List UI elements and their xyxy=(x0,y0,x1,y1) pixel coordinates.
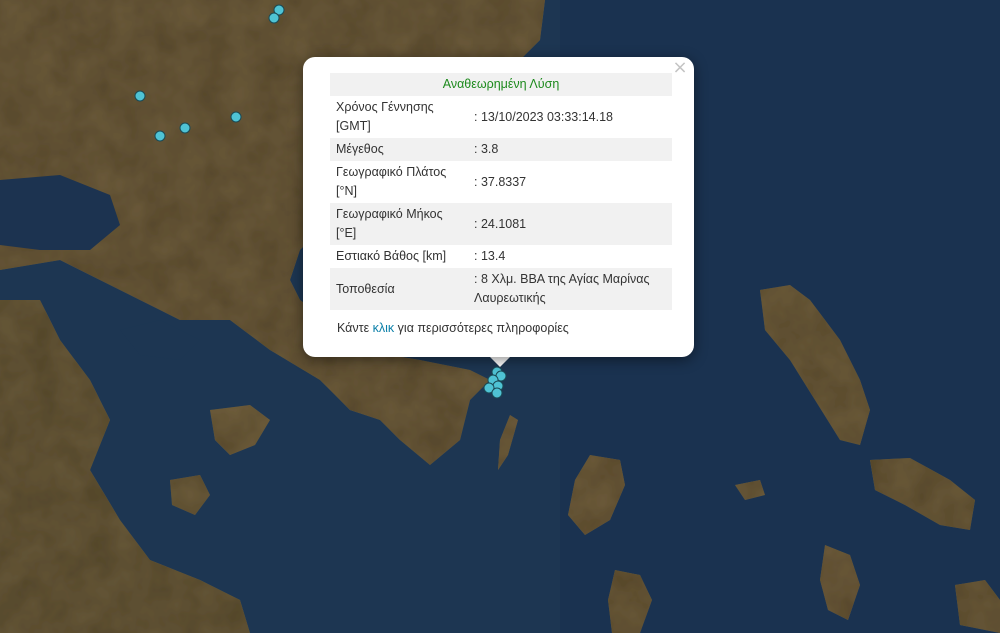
popup-title: Αναθεωρημένη Λύση xyxy=(330,73,672,96)
epicenter-marker-icon[interactable] xyxy=(154,130,166,142)
value-depth: : 13.4 xyxy=(474,249,506,263)
label-longitude: Γεωγραφικό Μήκος [°E] xyxy=(336,207,443,240)
epicenter-marker-icon[interactable] xyxy=(179,122,191,134)
row-latitude: Γεωγραφικό Πλάτος [°N] : 37.8337 xyxy=(330,161,672,203)
epicenter-marker-icon[interactable] xyxy=(268,12,280,24)
more-prefix: Κάντε xyxy=(337,321,373,335)
earthquake-popup: × Αναθεωρημένη Λύση Χρόνος Γέννησης [GMT… xyxy=(303,57,694,357)
row-magnitude: Μέγεθος : 3.8 xyxy=(330,138,672,161)
close-icon[interactable]: × xyxy=(672,59,688,77)
label-magnitude: Μέγεθος xyxy=(336,142,384,156)
more-suffix: για περισσότερες πληροφορίες xyxy=(394,321,569,335)
row-origin-time: Χρόνος Γέννησης [GMT] : 13/10/2023 03:33… xyxy=(330,96,672,138)
label-origin-time: Χρόνος Γέννησης [GMT] xyxy=(336,100,434,133)
epicenter-marker-icon[interactable] xyxy=(230,111,242,123)
value-location: : 8 Χλμ. ΒΒΑ της Αγίας Μαρίνας Λαυρεωτικ… xyxy=(474,272,650,305)
value-latitude: : 37.8337 xyxy=(474,174,527,189)
value-magnitude: : 3.8 xyxy=(474,142,499,156)
row-depth: Εστιακό Βάθος [km] : 13.4 xyxy=(330,245,672,268)
value-longitude: : 24.1081 xyxy=(474,216,527,231)
label-latitude: Γεωγραφικό Πλάτος [°N] xyxy=(336,165,447,198)
popup-title-row: Αναθεωρημένη Λύση xyxy=(330,73,672,96)
earthquake-info-table: Αναθεωρημένη Λύση Χρόνος Γέννησης [GMT] … xyxy=(330,73,672,310)
epicenter-marker-icon[interactable] xyxy=(491,387,503,399)
more-info-link[interactable]: κλικ xyxy=(373,321,395,335)
row-location: Τοποθεσία : 8 Χλμ. ΒΒΑ της Αγίας Μαρίνας… xyxy=(330,268,672,310)
row-longitude: Γεωγραφικό Μήκος [°E] : 24.1081 xyxy=(330,203,672,245)
label-depth: Εστιακό Βάθος [km] xyxy=(336,249,447,263)
more-info-text: Κάντε κλικ για περισσότερες πληροφορίες xyxy=(337,321,569,335)
epicenter-marker-icon[interactable] xyxy=(134,90,146,102)
label-location: Τοποθεσία xyxy=(336,281,395,296)
value-origin-time: : 13/10/2023 03:33:14.18 xyxy=(474,109,614,124)
